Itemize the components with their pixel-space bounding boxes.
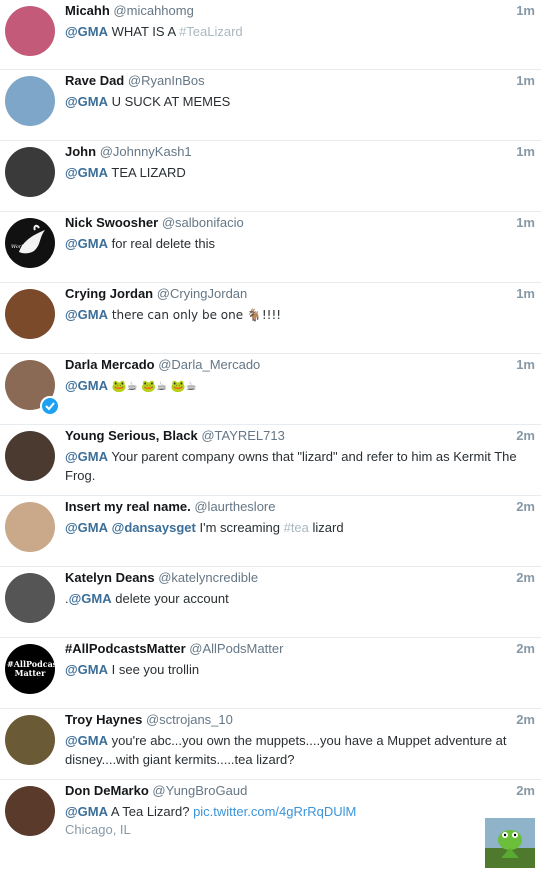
tweet-item[interactable]: 2m Troy Haynes @sctrojans_10 @GMA you're… — [0, 709, 541, 780]
swan-logo-icon: Work City — [11, 224, 45, 254]
tweet-item[interactable]: 2m Insert my real name. @laurtheslore @G… — [0, 496, 541, 567]
tweet-item[interactable]: Work City 1m Nick Swoosher @salbonifacio… — [0, 212, 541, 283]
tweet-item[interactable]: 1m Crying Jordan @CryingJordan @GMA ther… — [0, 283, 541, 354]
tweet-text: @GMA Your parent company owns that "liza… — [65, 449, 517, 483]
avatar[interactable] — [5, 147, 55, 197]
user-name[interactable]: Darla Mercado — [65, 357, 155, 372]
mention-link[interactable]: @GMA — [65, 662, 108, 677]
user-handle[interactable]: @micahhomg — [113, 3, 193, 18]
user-name[interactable]: Insert my real name. — [65, 499, 191, 514]
avatar[interactable] — [5, 6, 55, 56]
tweet-item[interactable]: 1m Darla Mercado @Darla_Mercado @GMA 🐸☕ … — [0, 354, 541, 425]
user-handle[interactable]: @salbonifacio — [162, 215, 244, 230]
hashtag-link[interactable]: #TeaLizard — [179, 24, 243, 39]
tweet-text: .@GMA delete your account — [65, 591, 229, 606]
tweet-text: @GMA U SUCK AT MEMES — [65, 94, 231, 109]
hashtag-link[interactable]: #tea — [284, 520, 309, 535]
user-handle[interactable]: @YungBroGaud — [152, 783, 247, 798]
mention-link[interactable]: @GMA — [65, 449, 108, 464]
user-handle[interactable]: @laurtheslore — [194, 499, 275, 514]
user-name[interactable]: Katelyn Deans — [65, 570, 155, 585]
tweet-item[interactable]: 2m Katelyn Deans @katelyncredible .@GMA … — [0, 567, 541, 638]
user-handle[interactable]: @TAYREL713 — [201, 428, 285, 443]
mention-link[interactable]: @GMA — [65, 236, 108, 251]
tweet-item[interactable]: 2m Young Serious, Black @TAYREL713 @GMA … — [0, 425, 541, 496]
mention-link[interactable]: @GMA — [65, 307, 108, 322]
avatar[interactable]: #AllPodcasts Matter — [5, 644, 55, 694]
user-name[interactable]: Troy Haynes — [65, 712, 142, 727]
mention-link[interactable]: @GMA — [65, 804, 108, 819]
tweet-text: @GMA you're abc...you own the muppets...… — [65, 733, 507, 767]
tweet-text: @GMA for real delete this — [65, 236, 215, 251]
tweet-text: @GMA WHAT IS A #TeaLizard — [65, 24, 243, 39]
avatar[interactable]: Work City — [5, 218, 55, 268]
mention-link[interactable]: @GMA — [65, 165, 108, 180]
tweet-item[interactable]: 1m Rave Dad @RyanInBos @GMA U SUCK AT ME… — [0, 70, 541, 141]
media-thumbnail[interactable] — [485, 818, 535, 868]
tweet-text: @GMA @dansaysget I'm screaming #tea liza… — [65, 520, 344, 535]
avatar[interactable] — [5, 715, 55, 765]
location-label[interactable]: Chicago, IL — [65, 821, 529, 839]
tweet-text: @GMA 🐸☕ 🐸☕ 🐸☕ — [65, 378, 197, 393]
mention-link[interactable]: @GMA — [65, 520, 108, 535]
user-name[interactable]: Don DeMarko — [65, 783, 149, 798]
avatar[interactable] — [5, 289, 55, 339]
verified-badge-icon — [40, 396, 60, 416]
mention-link[interactable]: @GMA — [69, 591, 112, 606]
tweet-text: @GMA I see you trollin — [65, 662, 200, 677]
user-handle[interactable]: @katelyncredible — [158, 570, 258, 585]
avatar-text: #AllPodcasts Matter — [7, 659, 55, 678]
tweet-feed: 1m Micahh @micahhomg @GMA WHAT IS A #Tea… — [0, 0, 541, 874]
user-name[interactable]: John — [65, 144, 96, 159]
tweet-item[interactable]: #AllPodcasts Matter 2m #AllPodcastsMatte… — [0, 638, 541, 709]
kermit-image-icon — [485, 818, 535, 868]
pic-link[interactable]: pic.twitter.com/4gRrRqDUlM — [193, 804, 356, 819]
avatar[interactable] — [5, 786, 55, 836]
tweet-item[interactable]: 2m Don DeMarko @YungBroGaud @GMA A Tea L… — [0, 780, 541, 874]
user-handle[interactable]: @AllPodsMatter — [189, 641, 283, 656]
avatar[interactable] — [5, 502, 55, 552]
tweet-text: @GMA TEA LIZARD — [65, 165, 186, 180]
tweet-item[interactable]: 1m Micahh @micahhomg @GMA WHAT IS A #Tea… — [0, 0, 541, 70]
avatar[interactable] — [5, 76, 55, 126]
user-name[interactable]: Crying Jordan — [65, 286, 153, 301]
user-name[interactable]: Rave Dad — [65, 73, 124, 88]
mention-link[interactable]: @GMA — [65, 733, 108, 748]
mention-link[interactable]: @GMA — [65, 24, 108, 39]
user-handle[interactable]: @Darla_Mercado — [158, 357, 260, 372]
svg-text:Work City: Work City — [11, 244, 36, 250]
user-name[interactable]: Nick Swoosher — [65, 215, 158, 230]
user-name[interactable]: Young Serious, Black — [65, 428, 198, 443]
tweet-text: @GMA there can only be one 🐐!!!! — [65, 307, 282, 322]
user-name[interactable]: #AllPodcastsMatter — [65, 641, 186, 656]
user-name[interactable]: Micahh — [65, 3, 110, 18]
avatar[interactable] — [5, 431, 55, 481]
mention-link[interactable]: @dansaysget — [112, 520, 196, 535]
user-handle[interactable]: @RyanInBos — [128, 73, 205, 88]
mention-link[interactable]: @GMA — [65, 94, 108, 109]
mention-link[interactable]: @GMA — [65, 378, 108, 393]
user-handle[interactable]: @sctrojans_10 — [146, 712, 233, 727]
avatar[interactable] — [5, 573, 55, 623]
user-handle[interactable]: @CryingJordan — [157, 286, 248, 301]
tweet-item[interactable]: 1m John @JohnnyKash1 @GMA TEA LIZARD — [0, 141, 541, 212]
user-handle[interactable]: @JohnnyKash1 — [100, 144, 192, 159]
tweet-text: @GMA A Tea Lizard? pic.twitter.com/4gRrR… — [65, 804, 357, 819]
